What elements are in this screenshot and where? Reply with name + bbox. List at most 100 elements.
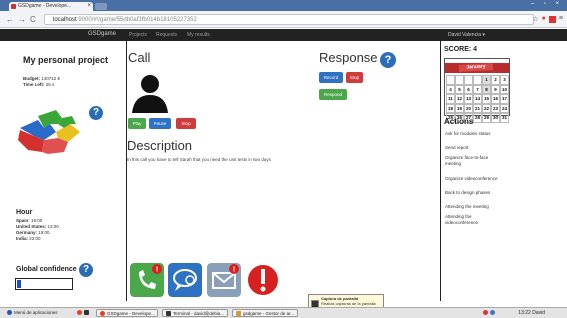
action-attending-meeting[interactable]: Attending the meeting bbox=[445, 204, 535, 210]
calendar-day: 18 bbox=[446, 103, 455, 113]
calendar-day: 13 bbox=[464, 94, 473, 104]
calendar-day: 19 bbox=[455, 103, 464, 113]
nav-link-my-results[interactable]: My results bbox=[187, 32, 210, 38]
phone-call-icon[interactable]: ! bbox=[130, 263, 164, 297]
score-panel: SCORE: 4 January 1 2 3 4 5 6 7 8 9 10 11 12 13 14 15 16… bbox=[441, 41, 567, 301]
action-organize-meeting[interactable]: Organize face-to-face meeting bbox=[445, 155, 505, 167]
menu-icon[interactable]: ≡ bbox=[559, 15, 563, 23]
stop-call-button[interactable]: Stop bbox=[176, 118, 196, 129]
calendar-day: 2 bbox=[491, 75, 500, 85]
browser-tabbar: GSDgame - Develope... × – ▫ × bbox=[0, 0, 567, 11]
calendar-day: 31 bbox=[500, 113, 509, 123]
action-back-to-design[interactable]: Back to design phases bbox=[445, 190, 535, 196]
tray-network-icon[interactable] bbox=[483, 310, 488, 316]
puzzle-icon bbox=[18, 110, 80, 154]
url-input[interactable]: localhost:9000/#!/game/55db0af3fb014b181… bbox=[44, 14, 534, 25]
calendar-day bbox=[473, 75, 482, 85]
terminal-launch-icon[interactable] bbox=[84, 310, 89, 316]
reload-button[interactable]: C bbox=[30, 15, 36, 24]
hour-row: India: 22:00 bbox=[16, 236, 41, 241]
project-title: My personal project bbox=[23, 55, 109, 65]
calendar-day: 15 bbox=[482, 94, 491, 104]
calendar-day: 21 bbox=[473, 103, 482, 113]
nav-link-requests[interactable]: Requests bbox=[156, 32, 177, 38]
chat-icon[interactable] bbox=[168, 263, 202, 297]
chrome-icon[interactable] bbox=[77, 310, 82, 316]
action-organize-videoconference[interactable]: Organize videoconference bbox=[445, 176, 535, 182]
stop-record-button[interactable]: Stop bbox=[346, 72, 363, 83]
browser-tab[interactable]: GSDgame - Develope... × bbox=[9, 2, 93, 11]
hour-title: Hour bbox=[16, 209, 33, 216]
user-menu[interactable]: David Valencia ▾ bbox=[448, 32, 485, 38]
record-button[interactable]: Record bbox=[319, 72, 343, 83]
action-ask-modules-status[interactable]: Ask for modules status bbox=[445, 131, 535, 137]
calendar-day: 28 bbox=[473, 113, 482, 123]
bookmark-star-icon[interactable]: ☆ bbox=[532, 15, 538, 23]
chrome-icon bbox=[100, 311, 105, 316]
extension-icon[interactable]: ● bbox=[542, 15, 546, 23]
calendar-day: 20 bbox=[464, 103, 473, 113]
calendar-day: 3 bbox=[500, 75, 509, 85]
calendar-day bbox=[455, 75, 464, 85]
project-help-icon[interactable]: ? bbox=[89, 106, 103, 120]
email-icon[interactable]: ! bbox=[207, 263, 241, 297]
call-title: Call bbox=[128, 50, 151, 65]
applications-menu[interactable]: Menú de aplicaciones bbox=[4, 309, 61, 317]
calendar-day: 23 bbox=[491, 103, 500, 113]
action-attending-videoconference[interactable]: Attending the videoconference bbox=[445, 214, 501, 226]
extension-red-icon[interactable] bbox=[548, 16, 556, 23]
confidence-progress-fill bbox=[17, 280, 21, 288]
calendar-day: 7 bbox=[473, 84, 482, 94]
quicklaunch-icons[interactable] bbox=[74, 309, 94, 317]
description-text: In this call you have to tell Sarah that… bbox=[127, 157, 271, 162]
favicon-icon bbox=[11, 4, 16, 9]
pause-button[interactable]: Pause bbox=[149, 118, 171, 129]
calendar-day: 24 bbox=[500, 103, 509, 113]
hours-list: Spain: 19:00 United States: 13:00 German… bbox=[16, 218, 59, 242]
budget-value: 140712 € bbox=[41, 76, 61, 81]
close-tab-icon[interactable]: × bbox=[87, 2, 91, 11]
svg-text:!: ! bbox=[156, 267, 158, 274]
calendar-day: 8 bbox=[482, 84, 491, 94]
budget-label: Budget: bbox=[23, 76, 40, 81]
score-label: SCORE: 4 bbox=[444, 46, 478, 53]
confidence-help-icon[interactable]: ? bbox=[79, 263, 93, 277]
project-stats: Budget: 140712 € Time Left: 25 s bbox=[23, 76, 60, 88]
url-path: :9000/#!/game/55db0af3fb014b18105227352 bbox=[76, 17, 197, 23]
browser-tab-title: GSDgame - Develope... bbox=[18, 3, 72, 9]
confidence-progress-bar bbox=[15, 278, 73, 290]
taskbar-item-gsdgame[interactable]: GSDgame - Develope... bbox=[96, 309, 158, 317]
terminal-icon bbox=[166, 311, 171, 316]
tray-bluetooth-icon[interactable] bbox=[490, 310, 495, 316]
clock[interactable]: 13:22 David bbox=[518, 309, 545, 317]
calendar-day: 10 bbox=[500, 84, 509, 94]
window-controls[interactable]: – ▫ × bbox=[531, 1, 563, 7]
actions-title: Actions bbox=[444, 117, 474, 126]
respond-button[interactable]: Respond bbox=[319, 89, 347, 100]
call-panel: Call Play Pause Stop Description In this… bbox=[127, 41, 441, 301]
os-taskbar: Menú de aplicaciones GSDgame - Develope.… bbox=[0, 307, 567, 318]
calendar-day: 6 bbox=[464, 84, 473, 94]
time-left-value: 25 s bbox=[45, 82, 55, 87]
back-button[interactable]: ← bbox=[6, 15, 14, 24]
tray-icons[interactable] bbox=[480, 309, 500, 317]
svg-text:!: ! bbox=[233, 267, 235, 274]
forward-button[interactable]: → bbox=[18, 15, 26, 24]
calendar-day: 14 bbox=[473, 94, 482, 104]
address-bar-row: ← → C localhost:9000/#!/game/55db0af3fb0… bbox=[0, 11, 567, 28]
calendar-day: 12 bbox=[455, 94, 464, 104]
new-tab-button[interactable] bbox=[95, 3, 107, 10]
alert-icon[interactable] bbox=[245, 263, 281, 297]
taskbar-item-terminal[interactable]: Terminal - david@debia... bbox=[162, 309, 228, 317]
folder-icon bbox=[236, 311, 241, 316]
calendar-day: 1 bbox=[482, 75, 491, 85]
response-help-icon[interactable]: ? bbox=[380, 52, 396, 68]
time-left-label: Time Left: bbox=[23, 82, 45, 87]
taskbar-item-file-manager[interactable]: gsdgame - Gestor de ar... bbox=[232, 309, 298, 317]
play-button[interactable]: Play bbox=[128, 118, 146, 129]
action-send-report[interactable]: Send report bbox=[445, 145, 535, 151]
nav-link-projects[interactable]: Projects bbox=[129, 32, 147, 38]
app-brand[interactable]: GSDgame bbox=[88, 31, 116, 37]
project-panel: My personal project Budget: 140712 € Tim… bbox=[9, 41, 127, 301]
response-title: Response bbox=[319, 50, 378, 65]
